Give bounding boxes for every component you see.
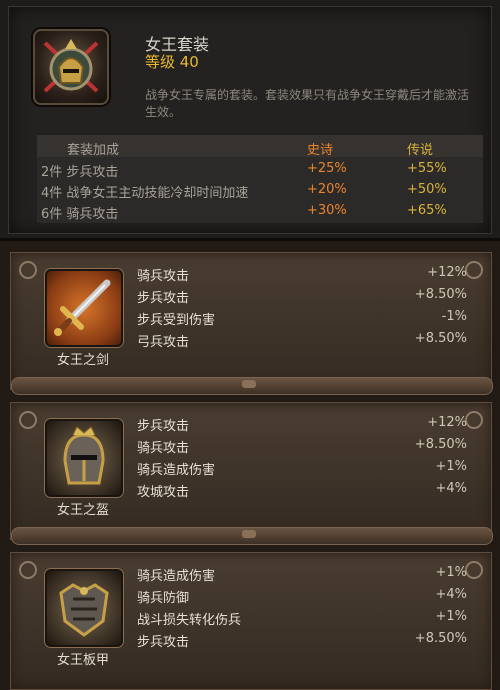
set-bonus-table: 套装加成 史诗 传说 2件 步兵攻击 +25% +55% 4件 战争女王主动技能… (37, 135, 483, 223)
ring-ornament-icon (465, 411, 483, 429)
queen-set-emblem-icon (33, 29, 109, 105)
stat-label: 步兵攻击 (137, 419, 190, 434)
bonus-header-label: 套装加成 (67, 143, 120, 158)
stat-label: 骑兵攻击 (137, 269, 190, 284)
set-bonus-row: 4件 战争女王主动技能冷却时间加速 +20% +50% (37, 180, 483, 201)
set-summary-inner: 女王套装 等级 40 战争女王专属的套装。套装效果只有战争女王穿戴后才能激活生效… (8, 6, 492, 234)
bonus-legendary-value: +65% (407, 203, 447, 218)
stat-row: 骑兵攻击 +12% (137, 265, 467, 285)
bonus-epic-value: +25% (307, 161, 347, 176)
stat-row: 攻城攻击 +4% (137, 481, 467, 501)
stat-row: 步兵攻击 +8.50% (137, 287, 467, 307)
stat-value: +1% (435, 459, 467, 474)
set-summary-panel: 女王套装 等级 40 战争女王专属的套装。套装效果只有战争女王穿戴后才能激活生效… (0, 0, 500, 241)
bonus-legendary-value: +55% (407, 161, 447, 176)
set-description: 战争女王专属的套装。套装效果只有战争女王穿戴后才能激活生效。 (145, 88, 470, 119)
stat-label: 骑兵防御 (137, 591, 190, 606)
ring-ornament-icon (19, 261, 37, 279)
ring-ornament-icon (19, 411, 37, 429)
ring-ornament-icon (465, 261, 483, 279)
scroll-knob (242, 380, 256, 388)
stat-value: +12% (427, 415, 467, 430)
armor-icon (45, 569, 123, 647)
stat-row: 骑兵防御 +4% (137, 587, 467, 607)
item-name: 女王之剑 (56, 353, 109, 368)
set-level: 等级 40 (145, 53, 199, 71)
sword-icon (45, 269, 123, 347)
bonus-epic-value: +20% (307, 182, 347, 197)
stat-row: 骑兵攻击 +8.50% (137, 437, 467, 457)
stat-row: 步兵攻击 +12% (137, 415, 467, 435)
stat-row: 骑兵造成伤害 +1% (137, 459, 467, 479)
set-bonus-row: 6件 骑兵攻击 +30% +65% (37, 201, 483, 222)
equipment-card-helmet[interactable]: 女王之盔 步兵攻击 +12% 骑兵攻击 +8.50% 骑兵造成伤害 +1% 攻城攻击 +… (10, 402, 493, 545)
stat-value: +4% (435, 587, 467, 602)
stat-label: 战斗损失转化伤兵 (137, 613, 242, 628)
bonus-legendary-value: +50% (407, 182, 447, 197)
stat-row: 战斗损失转化伤兵 +1% (137, 609, 467, 629)
stat-label: 骑兵造成伤害 (137, 463, 216, 478)
ring-ornament-icon (465, 561, 483, 579)
bonus-header-epic: 史诗 (307, 143, 334, 158)
bonus-label: 6件 骑兵攻击 (41, 207, 119, 222)
stat-value: +4% (435, 481, 467, 496)
stat-label: 骑兵造成伤害 (137, 569, 216, 584)
stat-value: +12% (427, 265, 467, 280)
equipment-card-armor[interactable]: 女王板甲 骑兵造成伤害 +1% 骑兵防御 +4% 战斗损失转化伤兵 +1% 步兵攻击 +… (10, 552, 492, 690)
stat-value: +1% (435, 565, 467, 580)
set-bonus-row: 2件 步兵攻击 +25% +55% (37, 159, 483, 180)
stat-label: 骑兵攻击 (137, 441, 190, 456)
equipment-card-sword[interactable]: 女王之剑 骑兵攻击 +12% 步兵攻击 +8.50% 步兵受到伤害 -1% 弓兵攻击 +… (10, 252, 493, 395)
stat-label: 步兵攻击 (137, 291, 190, 306)
bonus-label: 4件 战争女王主动技能冷却时间加速 (41, 186, 249, 201)
stat-value: +8.50% (414, 631, 467, 646)
stat-label: 步兵攻击 (137, 635, 190, 650)
scroll-divider (11, 527, 493, 545)
bonus-header-legendary: 传说 (407, 143, 434, 158)
stat-label: 步兵受到伤害 (137, 313, 216, 328)
item-name: 女王之盔 (56, 503, 109, 518)
stat-value: +8.50% (414, 287, 467, 302)
set-bonus-header: 套装加成 史诗 传说 (37, 135, 483, 158)
item-name: 女王板甲 (56, 653, 109, 668)
scroll-knob (242, 530, 256, 538)
stat-row: 步兵受到伤害 -1% (137, 309, 467, 329)
stat-row: 步兵攻击 +8.50% (137, 631, 467, 651)
stat-value: -1% (441, 309, 467, 324)
stat-label: 弓兵攻击 (137, 335, 190, 350)
stat-value: +8.50% (414, 331, 467, 346)
helmet-icon (45, 419, 123, 497)
bonus-label: 2件 步兵攻击 (41, 165, 119, 180)
stat-value: +8.50% (414, 437, 467, 452)
scroll-divider (11, 377, 493, 395)
stat-row: 骑兵造成伤害 +1% (137, 565, 467, 585)
stat-row: 弓兵攻击 +8.50% (137, 331, 467, 351)
bonus-epic-value: +30% (307, 203, 347, 218)
stat-value: +1% (435, 609, 467, 624)
ring-ornament-icon (19, 561, 37, 579)
stat-label: 攻城攻击 (137, 485, 190, 500)
